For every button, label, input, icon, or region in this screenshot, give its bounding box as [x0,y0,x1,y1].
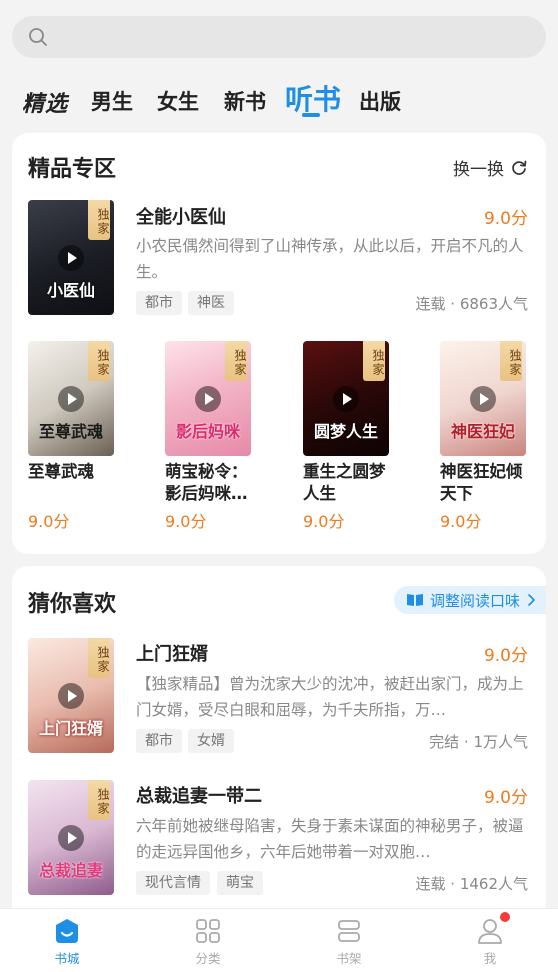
section-title: 精品专区 [28,157,117,182]
tab-published[interactable]: 出版 [359,86,401,116]
user-icon [478,919,502,944]
book-score: 9.0分 [303,512,345,531]
tab-new-books[interactable]: 新书 [224,86,266,116]
exclusive-badge: 独家 [500,341,522,381]
book-description: 【独家精品】曾为沈家大少的沈冲，被赶出家门，成为上门女婿，受尽白眼和屈辱，为千夫… [136,675,524,719]
book-tag[interactable]: 现代言情 [136,871,210,895]
refresh-icon [512,160,527,175]
featured-section: 精品专区 换一换 小医仙 独家 全能小医仙 9.0分 小农民偶然间得到了山神传承… [12,133,546,554]
tab-audiobooks[interactable]: 听书 [285,78,341,118]
book-title[interactable]: 上门狂婿 [136,640,208,666]
cover-title: 小医仙 [46,281,95,300]
nav-category[interactable]: 分类 [168,917,248,967]
play-icon[interactable] [58,244,84,271]
book-score: 9.0分 [483,788,528,808]
tab-selected-picks[interactable]: 精选 [22,86,68,118]
exclusive-badge: 独家 [88,200,110,240]
nav-label: 书架 [336,951,362,966]
bottom-nav: 书城 分类 书架 我 [0,908,558,972]
notification-dot [500,912,510,922]
exclusive-badge: 独家 [88,638,110,678]
bookshelf-icon [338,920,360,942]
swap-label: 换一换 [453,160,504,180]
play-icon[interactable] [470,385,496,412]
tab-female[interactable]: 女生 [157,86,199,116]
exclusive-badge: 独家 [225,341,247,381]
search-icon [29,28,47,46]
nav-label: 书城 [54,951,80,966]
cover-title: 上门狂婿 [38,719,103,738]
nav-bookstore[interactable]: 书城 [27,917,107,967]
book-cover[interactable]: 上门狂婿 独家 [28,638,114,753]
book-meta: 连载 · 1462人气 [415,875,528,893]
book-tag[interactable]: 神医 [188,291,234,315]
play-icon[interactable] [333,385,359,412]
book-title[interactable]: 萌宝秘令：影后妈咪… [165,461,263,505]
tab-male[interactable]: 男生 [91,86,133,116]
book-tag[interactable]: 萌宝 [217,871,263,895]
search-bar[interactable] [12,16,546,58]
grid-icon [196,919,220,943]
book-description: 小农民偶然间得到了山神传承，从此以后，开启不凡的人生。 [136,237,524,281]
play-icon[interactable] [58,682,84,709]
book-tag[interactable]: 都市 [136,291,182,315]
book-title[interactable]: 总裁追妻一带二 [136,782,262,808]
book-score: 9.0分 [440,512,482,531]
active-tab-indicator [302,113,320,117]
nav-bookshelf[interactable]: 书架 [309,917,389,967]
book-title[interactable]: 全能小医仙 [136,203,226,229]
book-cover[interactable]: 圆梦人生 独家 [303,341,389,456]
exclusive-badge: 独家 [88,341,110,381]
guess-you-like-section: 猜你喜欢 调整阅读口味 上门狂婿 独家 上门狂婿 9.0分 【独家精品】曾为沈家… [12,566,546,911]
book-cover[interactable]: 影后妈咪 独家 [165,341,251,456]
book-tag[interactable]: 都市 [136,729,182,753]
book-cover[interactable]: 小医仙 独家 [28,200,114,315]
cover-title: 总裁追妻 [38,861,103,880]
book-meta: 完结 · 1万人气 [429,733,528,751]
play-icon[interactable] [58,385,84,412]
book-title[interactable]: 重生之圆梦人生 [303,461,401,505]
book-title[interactable]: 至尊武魂 [28,461,128,483]
section-title: 猜你喜欢 [28,592,117,617]
book-tag[interactable]: 女婿 [188,729,234,753]
adjust-taste-button[interactable]: 调整阅读口味 [393,586,546,614]
book-meta: 连载 · 6863人气 [415,295,528,313]
cover-title: 影后妈咪 [175,422,240,441]
play-icon[interactable] [58,824,84,851]
book-cover[interactable]: 至尊武魂 独家 [28,341,114,456]
book-description: 六年前她被继母陷害，失身于素未谋面的神秘男子，被逼的走远异国他乡，六年后她带着一… [136,817,524,861]
cover-title: 圆梦人生 [313,422,378,441]
adjust-taste-label: 调整阅读口味 [429,591,520,610]
book-icon [406,594,423,606]
cover-title: 至尊武魂 [38,422,103,441]
nav-label: 分类 [195,951,221,966]
play-icon[interactable] [195,385,221,412]
chevron-right-icon [528,594,535,606]
category-tabs: 精选 男生 女生 新书 听书 出版 [0,72,558,122]
book-score: 9.0分 [28,512,70,531]
bookstore-icon [56,919,78,943]
book-score: 9.0分 [483,209,528,229]
exclusive-badge: 独家 [363,341,385,381]
nav-me[interactable]: 我 [450,917,530,967]
cover-title: 神医狂妃 [450,422,515,441]
nav-label: 我 [483,951,497,966]
book-score: 9.0分 [483,646,528,666]
swap-button[interactable]: 换一换 [453,155,528,180]
book-cover[interactable]: 神医狂妃 独家 [440,341,526,456]
book-title[interactable]: 神医狂妃倾天下 [440,461,538,505]
exclusive-badge: 独家 [88,780,110,820]
book-score: 9.0分 [165,512,207,531]
book-cover[interactable]: 总裁追妻 独家 [28,780,114,895]
